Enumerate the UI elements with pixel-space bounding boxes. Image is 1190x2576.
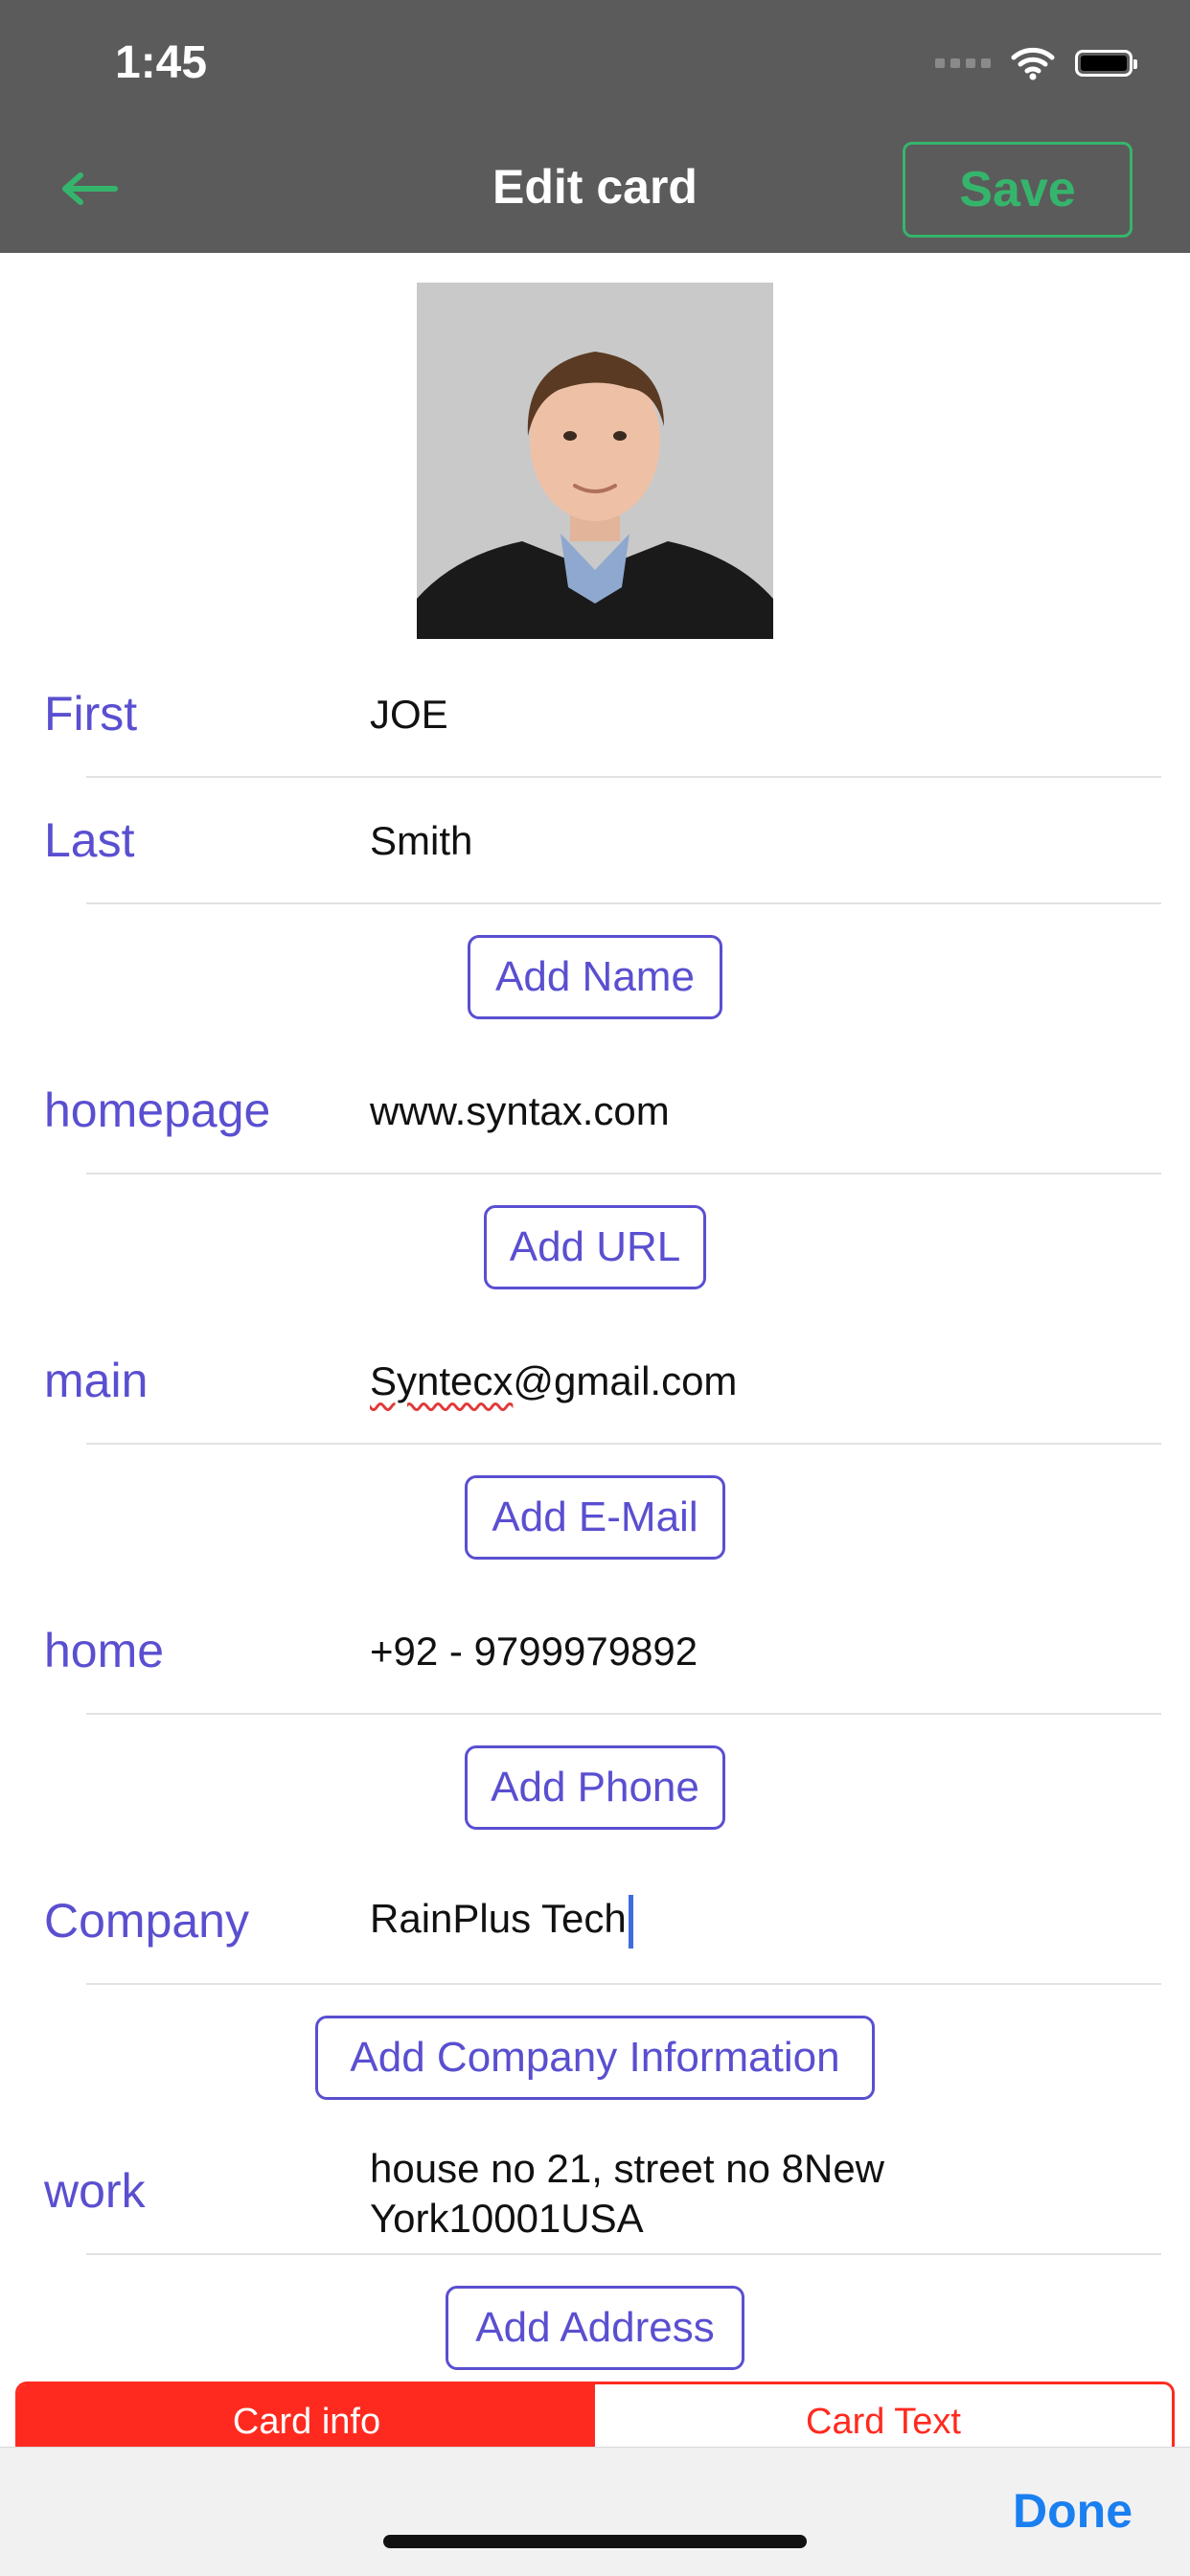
divider [86,902,1161,904]
wifi-icon [1011,47,1055,80]
last-name-field[interactable]: Smith [370,818,472,864]
divider [86,1713,1161,1715]
status-time: 1:45 [115,37,208,88]
add-company-button[interactable]: Add Company Information [315,2016,875,2100]
phone-label: home [44,1624,165,1677]
divider [86,1983,1161,1985]
battery-icon [1075,50,1137,77]
save-button[interactable]: Save [903,142,1133,238]
first-name-field[interactable]: JOE [370,692,448,738]
misspelled-word: Syntecx [370,1358,514,1403]
address-line-1: house no 21, street no 8New [370,2146,885,2191]
phone-field[interactable]: +92 - 9799979892 [370,1629,698,1675]
homepage-field[interactable]: www.syntax.com [370,1088,670,1134]
company-label: Company [44,1894,249,1948]
divider [86,2253,1161,2255]
homepage-label: homepage [44,1083,271,1137]
company-value: RainPlus Tech [370,1896,627,1942]
address-line-2: York10001USA [370,2196,644,2241]
address-label: work [44,2164,146,2218]
cellular-signal-icon [935,58,991,68]
first-name-label: First [44,687,138,741]
header-bar: 1:45 Edit card Save [0,0,1190,253]
text-cursor [628,1895,633,1949]
company-field[interactable]: RainPlus Tech [370,1895,633,1949]
profile-photo[interactable] [417,283,773,639]
add-address-button[interactable]: Add Address [446,2286,744,2370]
divider [86,1173,1161,1174]
keyboard-toolbar [0,2447,1190,2576]
divider [86,776,1161,778]
status-icons [935,42,1137,84]
email-domain: @gmail.com [513,1358,738,1403]
email-field[interactable]: Syntecx@gmail.com [370,1358,737,1404]
add-url-button[interactable]: Add URL [484,1205,706,1289]
add-email-button[interactable]: Add E-Mail [465,1475,725,1560]
address-field[interactable]: house no 21, street no 8New York10001USA [370,2144,884,2244]
add-name-button[interactable]: Add Name [468,935,722,1019]
add-phone-button[interactable]: Add Phone [465,1745,725,1830]
home-indicator[interactable] [383,2535,807,2548]
divider [86,1443,1161,1445]
done-button[interactable]: Done [1013,2483,1133,2539]
last-name-label: Last [44,813,135,867]
email-label: main [44,1354,149,1407]
